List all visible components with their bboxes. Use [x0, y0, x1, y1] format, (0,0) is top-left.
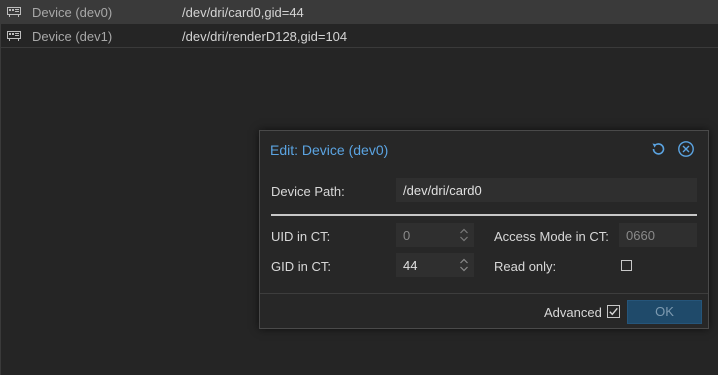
panel-left-border: [0, 0, 1, 375]
advanced-label: Advanced: [544, 305, 602, 320]
device-name: Device (dev0): [32, 5, 113, 20]
dialog-header[interactable]: Edit: Device (dev0): [260, 131, 708, 167]
gid-label: GID in CT:: [271, 259, 331, 274]
read-only-checkbox[interactable]: [621, 260, 632, 271]
uid-value: 0: [403, 228, 411, 243]
dialog-footer: Advanced OK: [260, 294, 708, 328]
spinner-arrows-icon[interactable]: [459, 257, 469, 273]
uid-label: UID in CT:: [271, 229, 331, 244]
section-divider: [271, 214, 697, 216]
device-value: /dev/dri/card0,gid=44: [182, 5, 304, 20]
device-row-dev0[interactable]: Device (dev0) /dev/dri/card0,gid=44: [0, 0, 718, 24]
access-mode-label: Access Mode in CT:: [494, 229, 609, 244]
close-icon[interactable]: [677, 140, 695, 158]
reset-icon[interactable]: [649, 140, 667, 158]
access-mode-field[interactable]: 0660: [619, 223, 697, 247]
dialog-title: Edit: Device (dev0): [270, 142, 389, 158]
ok-button[interactable]: OK: [627, 300, 702, 324]
device-name: Device (dev1): [32, 29, 113, 44]
gid-value: 44: [403, 258, 418, 273]
device-value: /dev/dri/renderD128,gid=104: [182, 29, 348, 44]
device-path-label: Device Path:: [271, 184, 345, 199]
gid-field[interactable]: 44: [396, 253, 474, 277]
uid-field[interactable]: 0: [396, 223, 474, 247]
access-mode-value: 0660: [626, 228, 655, 243]
advanced-checkbox[interactable]: [607, 305, 620, 318]
device-path-value: /dev/dri/card0: [403, 183, 482, 198]
device-path-field[interactable]: /dev/dri/card0: [396, 178, 697, 202]
device-card-icon: [7, 31, 21, 41]
checkmark-icon: [609, 307, 618, 316]
dialog-body: Device Path: /dev/dri/card0 UID in CT: 0…: [260, 167, 708, 294]
read-only-label: Read only:: [494, 259, 557, 274]
device-card-icon: [7, 7, 21, 17]
edit-device-dialog: Edit: Device (dev0) Device Path: /dev/dr…: [259, 130, 709, 329]
spinner-arrows-icon[interactable]: [459, 227, 469, 243]
device-list: Device (dev0) /dev/dri/card0,gid=44 Devi…: [0, 0, 718, 48]
device-row-dev1[interactable]: Device (dev1) /dev/dri/renderD128,gid=10…: [0, 24, 718, 48]
